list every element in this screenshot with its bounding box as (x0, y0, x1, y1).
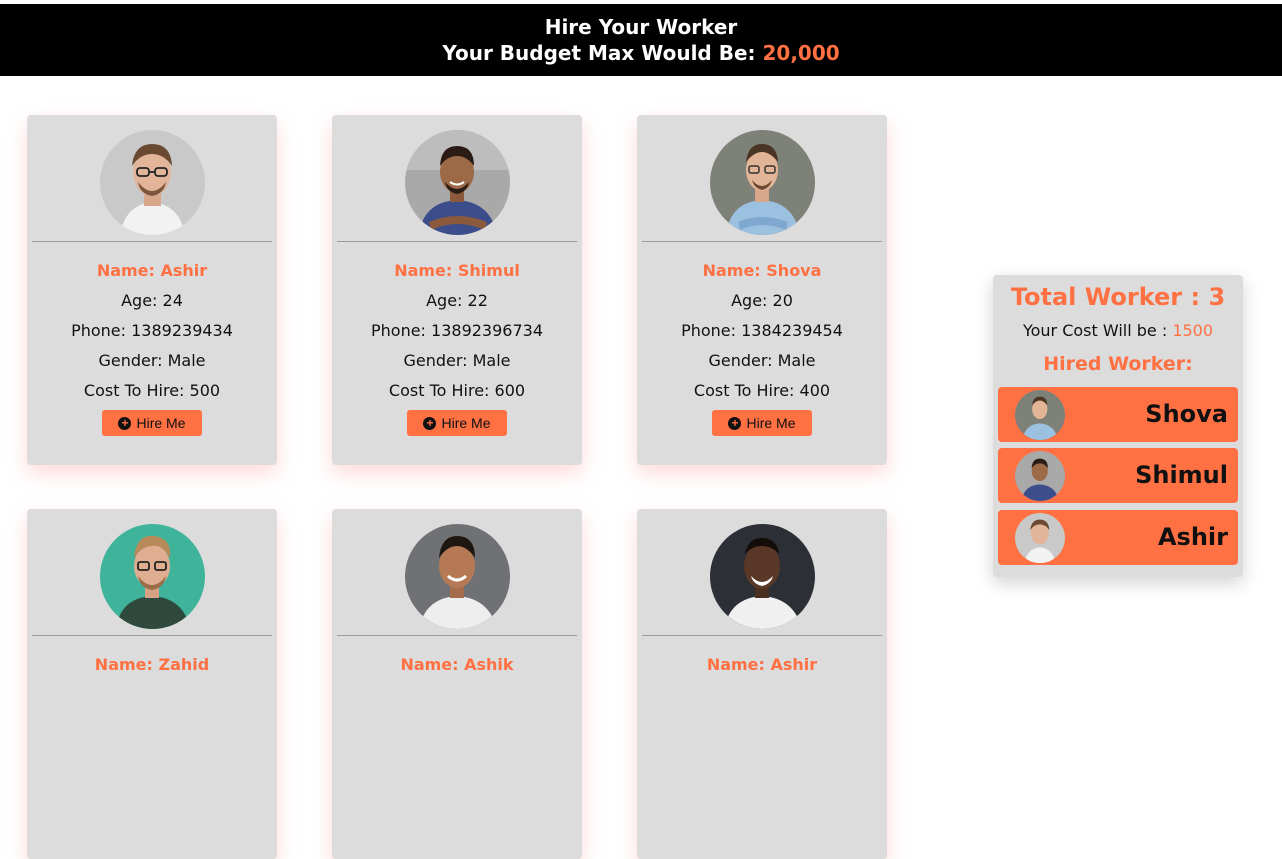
worker-card: Name: Ashik (332, 509, 582, 859)
worker-gender: Gender: Male (98, 351, 206, 370)
hire-me-label: Hire Me (136, 415, 186, 431)
page-title: Hire Your Worker (544, 15, 738, 39)
page-header: Hire Your Worker Your Budget Max Would B… (0, 4, 1282, 76)
divider (337, 635, 577, 636)
hired-summary-panel: Total Worker : 3 Your Cost Will be : 150… (993, 275, 1243, 577)
divider (32, 635, 272, 636)
hired-worker-item: Ashir (998, 510, 1238, 565)
divider (32, 241, 272, 242)
worker-card: Name: Zahid (27, 509, 277, 859)
worker-avatar (405, 130, 510, 235)
worker-avatar (710, 524, 815, 629)
plus-circle-icon: + (728, 416, 742, 430)
hired-worker-name: Shimul (1135, 461, 1228, 489)
worker-name: Name: Shimul (394, 261, 520, 280)
worker-avatar (100, 524, 205, 629)
plus-circle-icon: + (118, 416, 132, 430)
budget-label: Your Budget Max Would Be: (442, 41, 756, 65)
worker-card: Name: Shimul Age: 22 Phone: 13892396734 … (332, 115, 582, 465)
budget-value: 20,000 (762, 41, 840, 65)
worker-cost: Cost To Hire: 500 (83, 381, 221, 400)
plus-circle-icon: + (423, 416, 437, 430)
divider (337, 241, 577, 242)
hired-worker-item: Shimul (998, 448, 1238, 503)
worker-avatar (100, 130, 205, 235)
worker-name: Name: Zahid (94, 655, 210, 674)
hired-worker-title: Hired Worker: (1043, 353, 1193, 375)
worker-avatar (710, 130, 815, 235)
hire-me-button[interactable]: + Hire Me (407, 410, 507, 436)
total-cost-value: 1500 (1172, 321, 1214, 340)
total-worker-count: Total Worker : 3 (1010, 283, 1226, 311)
hire-me-button[interactable]: + Hire Me (712, 410, 812, 436)
worker-age: Age: 24 (121, 291, 183, 310)
total-cost-line: Your Cost Will be : 1500 (993, 321, 1243, 340)
hired-worker-avatar (1015, 390, 1065, 440)
hired-worker-item: Shova (998, 387, 1238, 442)
hire-me-button[interactable]: + Hire Me (102, 410, 202, 436)
hired-worker-avatar (1015, 451, 1065, 501)
hired-worker-name: Ashir (1157, 523, 1228, 551)
divider (642, 241, 882, 242)
budget-line: Your Budget Max Would Be: 20,000 (0, 41, 1282, 65)
worker-age: Age: 20 (731, 291, 793, 310)
worker-name: Name: Ashik (400, 655, 514, 674)
worker-gender: Gender: Male (708, 351, 816, 370)
worker-card: Name: Ashir (637, 509, 887, 859)
total-cost-label: Your Cost Will be : (1022, 321, 1168, 340)
hired-worker-name: Shova (1145, 400, 1228, 428)
worker-avatar (405, 524, 510, 629)
worker-name: Name: Ashir (96, 261, 208, 280)
hire-me-label: Hire Me (746, 415, 796, 431)
worker-phone: Phone: 13892396734 (370, 321, 543, 340)
hired-worker-avatar (1015, 513, 1065, 563)
worker-name: Name: Ashir (706, 655, 818, 674)
hire-me-label: Hire Me (441, 415, 491, 431)
worker-phone: Phone: 1389239434 (71, 321, 233, 340)
worker-phone: Phone: 1384239454 (681, 321, 843, 340)
worker-name: Name: Shova (702, 261, 822, 280)
worker-gender: Gender: Male (403, 351, 511, 370)
worker-age: Age: 22 (426, 291, 488, 310)
worker-cost: Cost To Hire: 400 (693, 381, 831, 400)
divider (642, 635, 882, 636)
worker-card: Name: Shova Age: 20 Phone: 1384239454 Ge… (637, 115, 887, 465)
worker-card: Name: Ashir Age: 24 Phone: 1389239434 Ge… (27, 115, 277, 465)
worker-cost: Cost To Hire: 600 (388, 381, 526, 400)
